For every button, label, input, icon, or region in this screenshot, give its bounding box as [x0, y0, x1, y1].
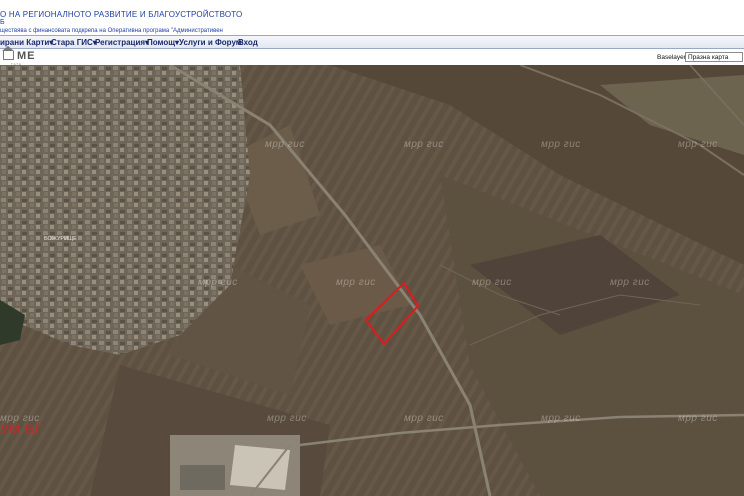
map-toolbar: ME TATE Baselayer Празна карта	[0, 46, 744, 66]
map-watermark: мрр гис	[610, 277, 650, 288]
map-watermark: мрр гис	[541, 413, 581, 424]
map-watermark: мрр гис	[198, 277, 238, 288]
baselayer-select[interactable]: Празна карта	[685, 52, 743, 62]
baselayer-label: Baselayer	[657, 54, 686, 61]
map-watermark: мрр гис	[267, 413, 307, 424]
menu-item-services-forum[interactable]: Услуги и Форум	[179, 38, 242, 47]
map-watermark: мрр гис	[404, 413, 444, 424]
map-watermark: мрр гис	[678, 413, 718, 424]
map-watermark: мрр гис	[678, 139, 718, 150]
forum-watermark: УМ БГ	[0, 421, 43, 437]
map-view[interactable]: мрр гис мрр гис мрр гис мрр гис мрр гис …	[0, 65, 744, 496]
place-label: БОЖУРИЩЕ	[44, 236, 77, 242]
main-menu: ирани Карти▾ Стара ГИС▾ Регистрация▾ Пом…	[0, 35, 744, 49]
menu-item-old-gis[interactable]: Стара ГИС▾	[51, 38, 97, 47]
home-icon	[2, 46, 14, 60]
site-logo[interactable]: ME	[2, 46, 36, 62]
ministry-title: О НА РЕГИОНАЛНОТО РАЗВИТИЕ И БЛАГОУСТРОЙ…	[0, 10, 243, 19]
menu-item-login[interactable]: Вход	[238, 38, 258, 47]
logo-text: ME	[17, 50, 36, 62]
menu-item-help[interactable]: Помощ▾	[147, 38, 179, 47]
map-watermark: мрр гис	[404, 139, 444, 150]
page-header: О НА РЕГИОНАЛНОТО РАЗВИТИЕ И БЛАГОУСТРОЙ…	[0, 0, 744, 35]
header-subtitle: Б	[0, 19, 5, 26]
map-watermark: мрр гис	[336, 277, 376, 288]
funding-note: ществява с финансовата подкрепа на Опера…	[0, 28, 223, 34]
map-watermark: мрр гис	[472, 277, 512, 288]
map-watermark: мрр гис	[541, 139, 581, 150]
menu-item-registration[interactable]: Регистрация▾	[95, 38, 149, 47]
map-watermark: мрр гис	[265, 139, 305, 150]
